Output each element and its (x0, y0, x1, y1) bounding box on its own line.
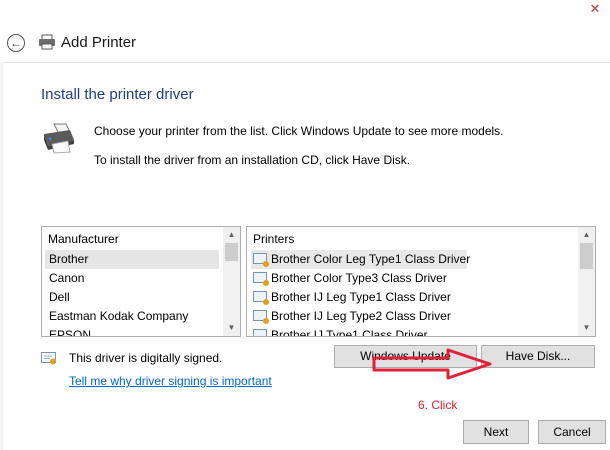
printer-item-label: Brother IJ Type1 Class Driver (271, 328, 428, 337)
printer-icon (39, 34, 55, 50)
printer-item[interactable]: Brother Color Type3 Class Driver (251, 269, 447, 288)
certificate-icon (253, 329, 267, 336)
cancel-button[interactable]: Cancel (538, 420, 606, 444)
manufacturer-item-epson[interactable]: EPSON (49, 326, 91, 336)
printer-item-label: Brother Color Leg Type1 Class Driver (271, 252, 471, 266)
printer-item[interactable]: Brother Color Leg Type1 Class Driver (251, 250, 471, 269)
driver-signing-link[interactable]: Tell me why driver signing is important (69, 374, 272, 388)
printers-scrollbar[interactable]: ▲ ▼ (578, 227, 595, 336)
back-arrow-icon[interactable]: ← (7, 34, 25, 52)
title-divider (0, 62, 610, 63)
manufacturer-scrollbar[interactable]: ▲ ▼ (223, 227, 240, 336)
scroll-up-icon[interactable]: ▲ (223, 227, 240, 242)
certificate-icon (41, 352, 56, 365)
annotation-label: 6. Click (418, 398, 458, 412)
window-title: Add Printer (61, 34, 137, 51)
content-border (0, 62, 3, 450)
annotation-arrow-icon (372, 348, 492, 380)
printer-item[interactable]: Brother IJ Type1 Class Driver (251, 326, 428, 337)
certificate-icon (253, 310, 269, 324)
printer-item[interactable]: Brother IJ Leg Type1 Class Driver (251, 288, 451, 307)
page-title: Install the printer driver (41, 86, 194, 103)
certificate-icon (253, 253, 269, 267)
printer-item-label: Brother Color Type3 Class Driver (271, 271, 447, 285)
manufacturer-listbox[interactable]: Manufacturer Brother Canon Dell Eastman … (41, 226, 241, 337)
close-icon[interactable]: ✕ (584, 2, 606, 18)
scroll-down-icon[interactable]: ▼ (223, 320, 240, 335)
next-button[interactable]: Next (463, 420, 529, 444)
manufacturer-item-eastman-kodak[interactable]: Eastman Kodak Company (49, 307, 188, 326)
manufacturer-item-dell[interactable]: Dell (49, 288, 70, 307)
description-line-2: To install the driver from an installati… (94, 153, 411, 167)
manufacturer-item-canon[interactable]: Canon (49, 269, 84, 288)
printer-icon (44, 123, 74, 154)
scroll-up-icon[interactable]: ▲ (578, 227, 595, 242)
printers-listbox[interactable]: Printers Brother Color Leg Type1 Class D… (246, 226, 596, 337)
manufacturer-header: Manufacturer (48, 232, 119, 246)
printer-item-label: Brother IJ Leg Type1 Class Driver (271, 290, 451, 304)
certificate-icon (253, 291, 269, 305)
printers-header: Printers (253, 232, 295, 246)
title-bar (0, 0, 610, 62)
signed-status-text: This driver is digitally signed. (69, 351, 223, 365)
description-line-1: Choose your printer from the list. Click… (94, 124, 504, 138)
scrollbar-thumb[interactable] (225, 243, 238, 261)
scrollbar-thumb[interactable] (580, 243, 593, 269)
certificate-icon (253, 272, 269, 286)
printer-item-label: Brother IJ Leg Type2 Class Driver (271, 309, 451, 323)
printer-item[interactable]: Brother IJ Leg Type2 Class Driver (251, 307, 451, 326)
scroll-down-icon[interactable]: ▼ (578, 320, 595, 335)
manufacturer-item-brother[interactable]: Brother (45, 250, 219, 269)
